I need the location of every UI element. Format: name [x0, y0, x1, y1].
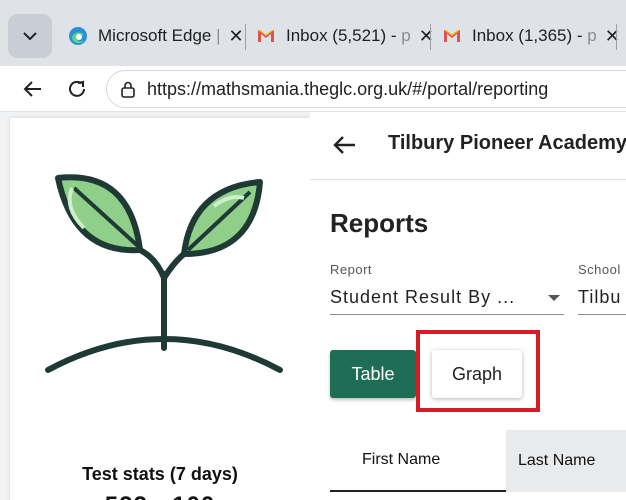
school-label: School	[578, 262, 621, 277]
page-content: Test stats (7 days) 522 - 100 Tilbury Pi…	[0, 112, 626, 500]
school-select[interactable]: School Tilbu	[578, 262, 626, 315]
test-stats-values: 522 - 100	[10, 492, 310, 500]
tab-separator	[430, 24, 431, 50]
page-header: Tilbury Pioneer Academy	[310, 112, 626, 180]
tab-microsoft-edge[interactable]: Microsoft Edge | ✕	[68, 18, 244, 54]
address-bar[interactable]: https://mathsmania.theglc.org.uk/#/porta…	[106, 70, 626, 108]
tab-inbox-1[interactable]: Inbox (5,521) - p ✕	[256, 18, 434, 54]
gmail-icon	[258, 30, 274, 42]
tab-inbox-2[interactable]: Inbox (1,365) - p ✕	[442, 18, 620, 54]
tab-title: Inbox (1,365) - p	[472, 26, 597, 45]
caret-down-icon	[548, 294, 560, 301]
gmail-icon	[444, 30, 460, 42]
reports-heading: Reports	[330, 208, 429, 238]
url-text: https://mathsmania.theglc.org.uk/#/porta…	[147, 78, 549, 99]
graph-view-button[interactable]: Graph	[432, 350, 522, 398]
refresh-button[interactable]	[62, 74, 92, 104]
arrow-left-icon	[23, 81, 41, 97]
tab-title: Inbox (5,521) - p	[286, 26, 411, 45]
close-tab-icon[interactable]: ✕	[419, 26, 434, 47]
refresh-icon	[69, 80, 85, 97]
report-select[interactable]: Report Student Result By ...	[330, 262, 564, 315]
report-label: Report	[330, 262, 373, 277]
results-table-header: First Name Last Name	[330, 430, 626, 492]
school-select-value[interactable]: Tilbu	[578, 281, 626, 315]
tab-separator	[245, 24, 246, 50]
page-title: Tilbury Pioneer Academy	[388, 132, 626, 154]
table-view-button[interactable]: Table	[330, 350, 416, 398]
tab-title: Microsoft Edge |	[98, 26, 221, 45]
sidebar-card: Test stats (7 days) 522 - 100	[10, 118, 310, 500]
school-selected-text: Tilbu	[578, 287, 622, 307]
report-selected-text: Student Result By ...	[330, 287, 516, 307]
column-header-last-name[interactable]: Last Name	[506, 430, 626, 492]
back-arrow-icon[interactable]	[330, 130, 360, 160]
browser-tab-strip: Microsoft Edge | ✕ Inbox (5,521) - p ✕ I…	[0, 0, 626, 66]
tab-separator	[616, 24, 617, 50]
test-stats-title: Test stats (7 days)	[82, 464, 238, 484]
report-select-value[interactable]: Student Result By ...	[330, 281, 564, 315]
tab-actions-button[interactable]	[8, 14, 52, 58]
seedling-logo	[45, 174, 283, 373]
site-info-icon[interactable]	[119, 80, 137, 98]
edge-icon	[69, 27, 87, 45]
chevron-down-icon	[23, 32, 37, 41]
close-tab-icon[interactable]: ✕	[229, 26, 244, 47]
main-panel: Tilbury Pioneer Academy Reports Report S…	[310, 112, 626, 500]
column-header-first-name[interactable]: First Name	[330, 430, 506, 492]
close-tab-icon[interactable]: ✕	[605, 26, 620, 47]
back-button[interactable]	[18, 74, 48, 104]
browser-toolbar: https://mathsmania.theglc.org.uk/#/porta…	[0, 66, 626, 112]
